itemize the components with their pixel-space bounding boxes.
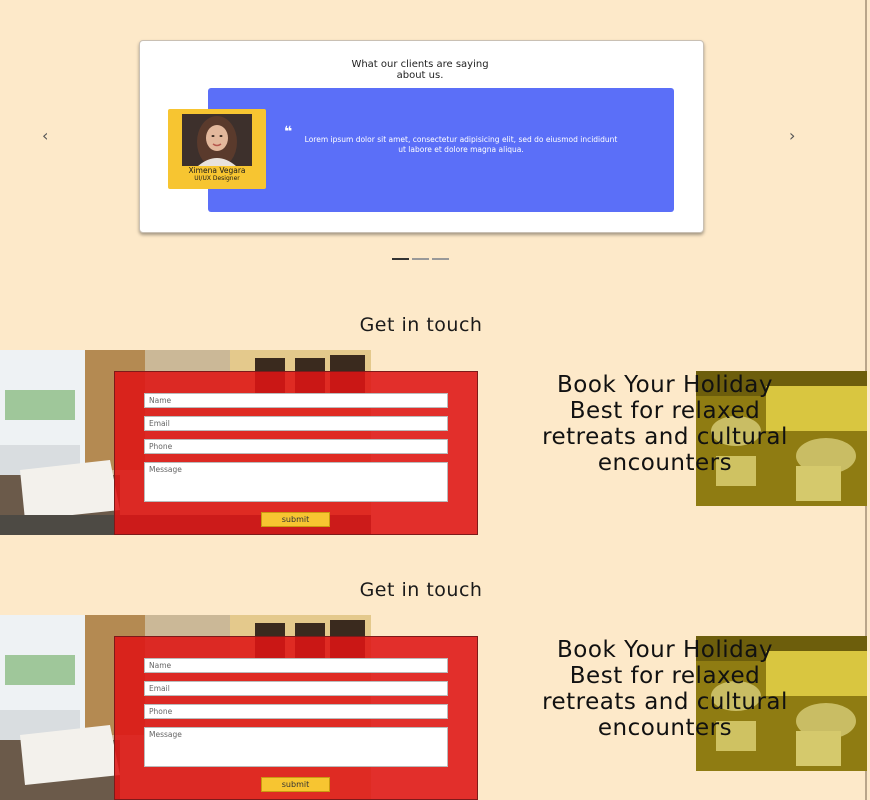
slide-indicator-2[interactable]	[412, 258, 429, 260]
slide-indicator-1[interactable]	[392, 258, 409, 260]
phone-field[interactable]: Phone	[144, 704, 448, 719]
client-name: Ximena Vegara	[188, 166, 246, 175]
email-field[interactable]: Email	[144, 416, 448, 431]
client-role: UI/UX Designer	[194, 175, 240, 182]
contact-form: Name Email Phone Message submit	[114, 371, 478, 535]
quote-icon: ❝	[284, 124, 293, 140]
email-field[interactable]: Email	[144, 681, 448, 696]
message-field[interactable]: Message	[144, 727, 448, 767]
section-title: Get in touch	[359, 314, 483, 336]
name-field[interactable]: Name	[144, 393, 448, 408]
testimonial-heading: What our clients are saying about us.	[351, 59, 489, 81]
section-title: Get in touch	[359, 579, 483, 601]
slide-indicator-3[interactable]	[432, 258, 449, 260]
booking-headline: Book Your Holiday Best for relaxed retre…	[542, 637, 788, 741]
avatar	[182, 114, 252, 166]
testimonial-quote: Lorem ipsum dolor sit amet, consectetur …	[304, 135, 618, 154]
contact-form: Name Email Phone Message submit	[114, 636, 478, 800]
name-field[interactable]: Name	[144, 658, 448, 673]
chevron-right-icon[interactable]: ›	[789, 126, 795, 145]
submit-button[interactable]: submit	[261, 512, 330, 527]
submit-button[interactable]: submit	[261, 777, 330, 792]
phone-field[interactable]: Phone	[144, 439, 448, 454]
slider-indicators	[392, 258, 449, 260]
booking-headline: Book Your Holiday Best for relaxed retre…	[542, 372, 788, 476]
message-field[interactable]: Message	[144, 462, 448, 502]
chevron-left-icon[interactable]: ‹	[42, 126, 48, 145]
